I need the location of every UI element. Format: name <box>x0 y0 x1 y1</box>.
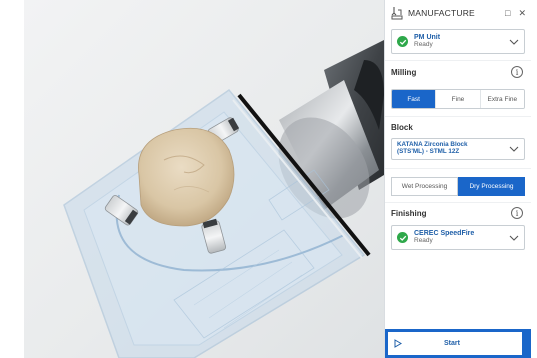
info-icon[interactable]: i <box>511 207 523 219</box>
panel-header: MANUFACTURE □ ✕ <box>385 0 532 26</box>
chevron-down-icon <box>509 37 519 47</box>
info-icon[interactable]: i <box>511 66 523 78</box>
block-selector[interactable]: KATANA Zirconia Block (STS'ML) - STML 12… <box>391 138 525 160</box>
close-icon[interactable]: ✕ <box>518 8 526 19</box>
divider <box>385 116 532 117</box>
processing-selector: Wet Processing Dry Processing <box>391 177 525 196</box>
maximize-icon[interactable]: □ <box>505 8 510 18</box>
milling-mode-selector: Fast Fine Extra Fine <box>391 89 525 109</box>
milling-option-extra-fine[interactable]: Extra Fine <box>479 90 524 108</box>
finishing-device-status: Ready <box>414 236 433 244</box>
play-icon <box>394 335 402 353</box>
crown-restoration <box>138 127 235 227</box>
block-label: Block <box>391 123 413 132</box>
start-button[interactable]: Start <box>388 332 522 355</box>
start-bar: Start <box>385 329 532 358</box>
dry-processing-option[interactable]: Dry Processing <box>458 177 525 196</box>
start-label: Start <box>444 340 460 347</box>
chevron-down-icon <box>509 144 519 154</box>
finishing-device-selector[interactable]: CEREC SpeedFire Ready <box>391 225 525 250</box>
device-status: Ready <box>414 40 433 48</box>
block-code: (STS'ML) - STML 12Z <box>397 148 460 155</box>
check-icon <box>397 36 408 47</box>
3d-viewport[interactable] <box>24 0 384 358</box>
panel-title: MANUFACTURE <box>408 8 475 18</box>
divider <box>385 60 532 61</box>
device-selector[interactable]: PM Unit Ready <box>391 29 525 54</box>
divider <box>385 202 532 203</box>
milling-label: Milling <box>391 68 417 77</box>
manufacture-icon <box>391 6 403 20</box>
manufacture-panel: MANUFACTURE □ ✕ PM Unit Ready Milling i … <box>384 0 532 358</box>
check-icon <box>397 232 408 243</box>
milling-option-fine[interactable]: Fine <box>435 90 480 108</box>
divider <box>385 168 532 169</box>
right-margin <box>531 0 537 358</box>
milling-option-fast[interactable]: Fast <box>392 90 436 108</box>
wet-processing-option[interactable]: Wet Processing <box>391 177 458 196</box>
milling-scene <box>63 40 384 358</box>
chevron-down-icon <box>509 233 519 243</box>
finishing-label: Finishing <box>391 209 427 218</box>
left-margin <box>0 0 24 358</box>
